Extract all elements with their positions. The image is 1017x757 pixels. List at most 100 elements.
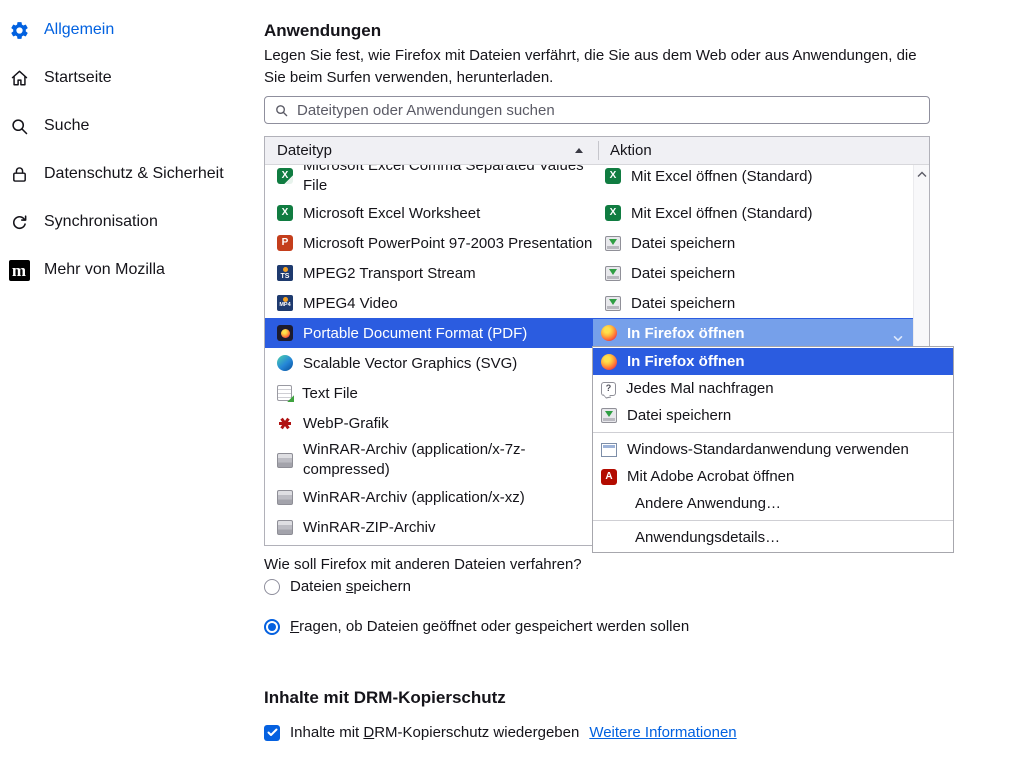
file-type-cell: TSMPEG2 Transport Stream	[265, 258, 593, 288]
excel-csv-icon: X	[277, 168, 293, 184]
file-type-label: MPEG2 Transport Stream	[303, 265, 476, 282]
file-type-label: WinRAR-Archiv (application/x-xz)	[303, 489, 525, 506]
column-header-aktion[interactable]: Aktion	[610, 142, 652, 159]
table-row[interactable]: Portable Document Format (PDF) In Firefox…	[265, 318, 929, 348]
firefox-settings-page: Allgemein Startseite Suche Datenschutz &…	[0, 0, 1017, 757]
action-label: Datei speichern	[631, 295, 735, 312]
page-title: Anwendungen	[264, 21, 381, 41]
drm-checkbox[interactable]	[264, 725, 280, 741]
sidebar-item-startseite[interactable]: Startseite	[0, 54, 264, 102]
file-type-cell: Text File	[265, 378, 593, 408]
menu-item-label: Andere Anwendung…	[635, 495, 781, 512]
action-cell: In Firefox öffnen	[593, 318, 929, 348]
file-type-cell: Scalable Vector Graphics (SVG)	[265, 348, 593, 378]
menu-item-label: Anwendungsdetails…	[635, 529, 780, 546]
settings-sidebar: Allgemein Startseite Suche Datenschutz &…	[0, 6, 264, 294]
file-type-cell: P Microsoft PowerPoint 97-2003 Presentati…	[265, 228, 593, 258]
page-description: Legen Sie fest, wie Firefox mit Dateien …	[264, 45, 924, 89]
file-type-label: Text File	[302, 385, 358, 402]
file-type-cell: WinRAR-Archiv (application/x-xz)	[265, 482, 593, 512]
menu-item-label: Datei speichern	[627, 407, 731, 424]
table-row[interactable]: MP4 MPEG4 Video Datei speichern	[265, 288, 929, 318]
sidebar-item-label: Datenschutz & Sicherheit	[44, 165, 224, 183]
file-type-label: Microsoft Excel Worksheet	[303, 205, 480, 222]
radio-label: Dateien speichern	[290, 578, 411, 595]
file-type-label: Scalable Vector Graphics (SVG)	[303, 355, 517, 372]
menu-item[interactable]: Windows-Standardanwendung verwenden	[593, 436, 953, 463]
drm-checkbox-label: Inhalte mit DRM-Kopierschutz wiedergeben	[290, 724, 579, 741]
radio-label: Fragen, ob Dateien geöffnet oder gespeic…	[290, 618, 689, 635]
powerpoint-icon: P	[277, 235, 293, 251]
sync-icon	[8, 211, 30, 233]
menu-item[interactable]: ? Jedes Mal nachfragen	[593, 375, 953, 402]
menu-item-label: Jedes Mal nachfragen	[626, 380, 774, 397]
action-select-label: In Firefox öffnen	[627, 325, 745, 342]
mozilla-icon: m	[8, 259, 30, 281]
search-input[interactable]	[265, 97, 929, 123]
menu-item[interactable]: Datei speichern	[593, 402, 953, 429]
menu-item[interactable]: A Mit Adobe Acrobat öffnen	[593, 463, 953, 490]
weitere-informationen-link[interactable]: Weitere Informationen	[589, 724, 736, 741]
acrobat-icon: A	[601, 469, 617, 485]
sidebar-item-label: Mehr von Mozilla	[44, 261, 165, 279]
action-cell: Datei speichern	[593, 258, 929, 288]
save-icon	[605, 266, 621, 281]
firefox-icon	[601, 354, 617, 370]
menu-item[interactable]: In Firefox öffnen	[593, 348, 953, 375]
winrar-icon	[277, 520, 293, 535]
sidebar-item-label: Suche	[44, 117, 89, 135]
radio-button[interactable]	[264, 579, 280, 595]
file-type-label: Microsoft Excel Comma Separated Values F…	[303, 165, 593, 196]
action-cell: XMit Excel öffnen (Standard)	[593, 198, 929, 228]
webp-icon	[277, 415, 293, 431]
menu-item-label: Mit Adobe Acrobat öffnen	[627, 468, 794, 485]
file-type-cell: WinRAR-Archiv (application/x-7z-compress…	[265, 438, 593, 482]
action-select[interactable]: In Firefox öffnen	[593, 319, 913, 347]
sidebar-item-datenschutz[interactable]: Datenschutz & Sicherheit	[0, 150, 264, 198]
action-dropdown-menu: In Firefox öffnen? Jedes Mal nachfragen Da…	[592, 346, 954, 553]
sidebar-item-allgemein[interactable]: Allgemein	[0, 6, 264, 54]
sidebar-item-suche[interactable]: Suche	[0, 102, 264, 150]
menu-item[interactable]: Andere Anwendung…	[593, 490, 953, 517]
radio-option-ask[interactable]: Fragen, ob Dateien geöffnet oder gespeic…	[264, 618, 689, 635]
ask-icon: ?	[601, 382, 616, 396]
action-label: Datei speichern	[631, 235, 735, 252]
home-icon	[8, 67, 30, 89]
action-cell: XMit Excel öffnen (Standard)	[593, 165, 929, 198]
other-files-question: Wie soll Firefox mit anderen Dateien ver…	[264, 556, 582, 573]
gear-icon	[8, 19, 30, 41]
table-header: Dateityp Aktion	[265, 137, 929, 165]
menu-item[interactable]: Anwendungsdetails…	[593, 524, 953, 551]
chevron-down-icon	[893, 329, 903, 346]
file-type-label: Microsoft PowerPoint 97-2003 Presentatio…	[303, 235, 592, 252]
menu-item-label: In Firefox öffnen	[627, 353, 745, 370]
column-header-dateityp[interactable]: Dateityp	[265, 142, 332, 159]
firefox-icon	[601, 325, 617, 341]
sidebar-item-label: Synchronisation	[44, 213, 158, 231]
mp4-icon: MP4	[277, 295, 293, 311]
action-cell: Datei speichern	[593, 228, 929, 258]
action-label: Datei speichern	[631, 265, 735, 282]
table-row[interactable]: X Microsoft Excel Worksheet XMit Excel öff…	[265, 198, 929, 228]
file-type-label: WebP-Grafik	[303, 415, 389, 432]
file-type-cell: Portable Document Format (PDF)	[265, 318, 593, 348]
file-type-cell: X Microsoft Excel Comma Separated Values …	[265, 165, 593, 198]
action-cell: Datei speichern	[593, 288, 929, 318]
table-row[interactable]: X Microsoft Excel Comma Separated Values …	[265, 165, 929, 198]
radio-option-save-files[interactable]: Dateien speichern	[264, 578, 411, 595]
excel-icon: X	[277, 205, 293, 221]
search-box	[264, 96, 930, 124]
pdf-icon	[277, 325, 293, 341]
scroll-up-button[interactable]	[914, 167, 929, 182]
table-row[interactable]: P Microsoft PowerPoint 97-2003 Presentati…	[265, 228, 929, 258]
radio-button-checked[interactable]	[264, 619, 280, 635]
file-type-label: Portable Document Format (PDF)	[303, 325, 527, 342]
sidebar-item-synchronisation[interactable]: Synchronisation	[0, 198, 264, 246]
file-type-label: MPEG4 Video	[303, 295, 398, 312]
menu-separator	[593, 520, 953, 521]
windows-default-icon	[601, 443, 617, 457]
winrar-icon	[277, 453, 293, 468]
sidebar-item-mehr-von-mozilla[interactable]: m Mehr von Mozilla	[0, 246, 264, 294]
table-row[interactable]: TSMPEG2 Transport Stream Datei speichern	[265, 258, 929, 288]
edge-icon	[277, 355, 293, 371]
